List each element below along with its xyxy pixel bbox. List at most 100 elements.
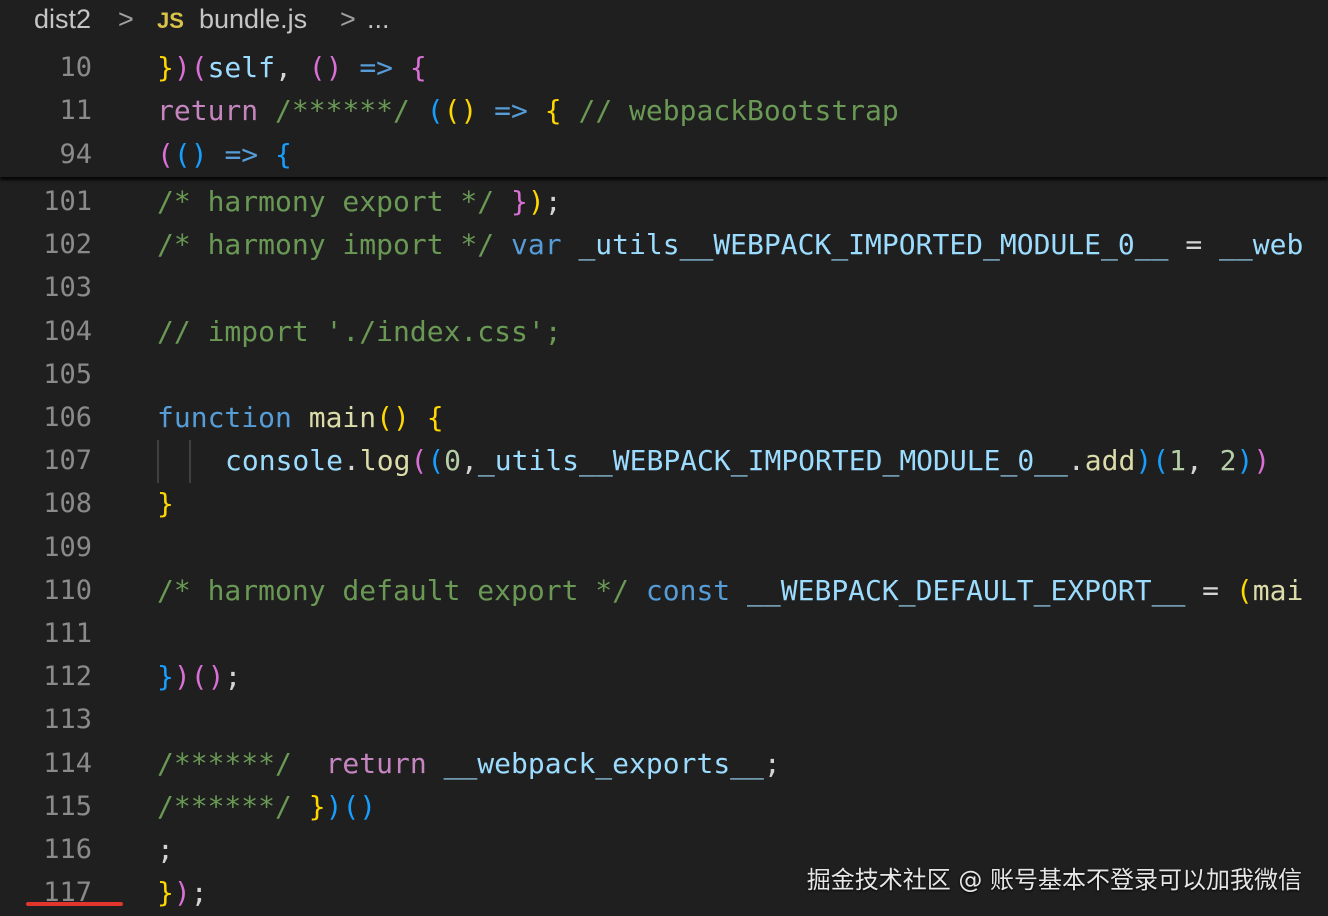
line-number: 107: [43, 445, 92, 477]
sticky-scroll-header[interactable]: 10 })(self, () => { 11 return /******/ (() …: [0, 42, 1328, 177]
code-token: ,: [461, 444, 478, 478]
code-line[interactable]: 105: [0, 354, 1328, 397]
line-number: 102: [43, 229, 92, 261]
code-text[interactable]: (() => {: [157, 137, 292, 171]
code-text[interactable]: // import './index.css';: [157, 314, 562, 348]
code-line[interactable]: 106 function main() {: [0, 397, 1328, 440]
code-text[interactable]: })();: [157, 662, 241, 692]
breadcrumb-folder[interactable]: dist2: [34, 4, 91, 35]
code-line[interactable]: 108}: [0, 483, 1328, 526]
code-token: main: [308, 401, 377, 434]
line-number: 111: [43, 618, 92, 649]
code-token: (): [376, 401, 410, 434]
code-token: /* harmony import */: [157, 228, 512, 262]
line-number: 94: [59, 138, 92, 170]
code-token: =>: [359, 51, 394, 84]
code-text[interactable]: console.log((0,_utils__WEBPACK_IMPORTED_…: [225, 446, 1270, 476]
code-token: _utils__WEBPACK_IMPORTED_MODULE_0__: [578, 228, 1169, 262]
code-token: (: [1152, 444, 1170, 478]
code-token: }: [157, 487, 174, 521]
line-number: 114: [43, 747, 92, 779]
code-line[interactable]: 109: [0, 527, 1328, 570]
line-number: 103: [43, 272, 92, 304]
code-token: ;: [224, 660, 242, 694]
code-token: =>: [494, 94, 528, 128]
code-token: /******/: [157, 746, 326, 780]
breadcrumb: dist2 > JS bundle.js > ...: [0, 0, 1328, 42]
code-line[interactable]: 102 /* harmony import */ var _utils__WEBP…: [0, 224, 1328, 267]
code-token: /* harmony export */: [157, 185, 512, 218]
code-token: .: [1067, 444, 1085, 478]
code-token: {: [275, 137, 292, 171]
line-number: 106: [43, 402, 92, 433]
code-line[interactable]: 114 /******/ return __webpack_exports__;: [0, 743, 1328, 786]
code-token: ;: [190, 876, 208, 910]
code-line[interactable]: 94 (() => {: [0, 134, 1328, 177]
code-token: console: [225, 444, 344, 478]
code-token: self: [207, 51, 276, 84]
code-line[interactable]: 10 })(self, () => {: [0, 47, 1328, 90]
code-token: ): [1135, 444, 1153, 478]
code-token: ): [1253, 444, 1271, 478]
line-number: 105: [43, 358, 92, 390]
code-token: {: [426, 401, 444, 434]
line-number: 110: [43, 574, 92, 606]
code-token: (: [427, 444, 445, 478]
code-text[interactable]: function main() {: [157, 403, 444, 433]
code-token: ,: [275, 51, 309, 84]
code-token: }: [157, 876, 174, 910]
code-token: __WEBPACK_DEFAULT_EXPORT__: [747, 573, 1186, 607]
code-text[interactable]: })(self, () => {: [157, 53, 427, 83]
code-token: // import './index.css';: [157, 314, 562, 348]
line-number: 112: [43, 661, 92, 693]
breadcrumb-file[interactable]: bundle.js: [199, 4, 307, 35]
code-line[interactable]: 107 console.log((0,_utils__WEBPACK_IMPORT…: [0, 440, 1328, 484]
code-token: __webpack_exports__: [443, 746, 764, 780]
code-token: }: [308, 789, 326, 823]
code-line[interactable]: 101 /* harmony export */ });: [0, 181, 1328, 224]
code-line[interactable]: 113: [0, 699, 1328, 742]
code-line[interactable]: 112 })();: [0, 656, 1328, 699]
code-line[interactable]: 111: [0, 613, 1328, 656]
code-token: /* harmony default export */: [157, 573, 646, 607]
code-line[interactable]: 110 /* harmony default export */ const __…: [0, 570, 1328, 613]
red-underline-marker: [26, 902, 123, 906]
code-token: (: [157, 137, 174, 171]
line-number: 10: [59, 52, 92, 83]
code-line[interactable]: 103: [0, 267, 1328, 310]
line-number: 101: [43, 186, 92, 217]
code-text[interactable]: return /******/ (() => { // webpackBoots…: [157, 96, 899, 126]
code-text[interactable]: });: [157, 878, 208, 908]
code-text[interactable]: /******/ })(): [157, 789, 376, 823]
code-line[interactable]: 104 // import './index.css';: [0, 311, 1328, 354]
code-text[interactable]: /* harmony default export */ const __WEB…: [157, 573, 1303, 607]
breadcrumb-symbol-ellipsis[interactable]: ...: [367, 4, 390, 35]
code-token: ): [325, 789, 343, 823]
code-token: ): [173, 660, 191, 694]
code-line[interactable]: 11 return /******/ (() => { // webpackBoo…: [0, 90, 1328, 133]
code-token: __web: [1219, 228, 1304, 262]
code-token: /******/: [157, 789, 309, 823]
code-token: {: [409, 51, 427, 84]
code-text[interactable]: ;: [157, 835, 174, 865]
code-text[interactable]: /* harmony import */ var _utils__WEBPACK…: [157, 230, 1303, 260]
line-number: 109: [43, 531, 92, 563]
code-token: add: [1084, 444, 1136, 478]
code-text[interactable]: /* harmony export */ });: [157, 187, 562, 217]
code-line[interactable]: 115 /******/ })(): [0, 786, 1328, 829]
code-token: =>: [224, 137, 259, 171]
code-token: ): [1236, 444, 1254, 478]
code-token: ): [173, 51, 191, 84]
code-token: (: [190, 51, 208, 84]
code-text[interactable]: /******/ return __webpack_exports__;: [157, 746, 781, 780]
code-token: (): [173, 137, 208, 171]
code-text[interactable]: }: [157, 489, 174, 519]
